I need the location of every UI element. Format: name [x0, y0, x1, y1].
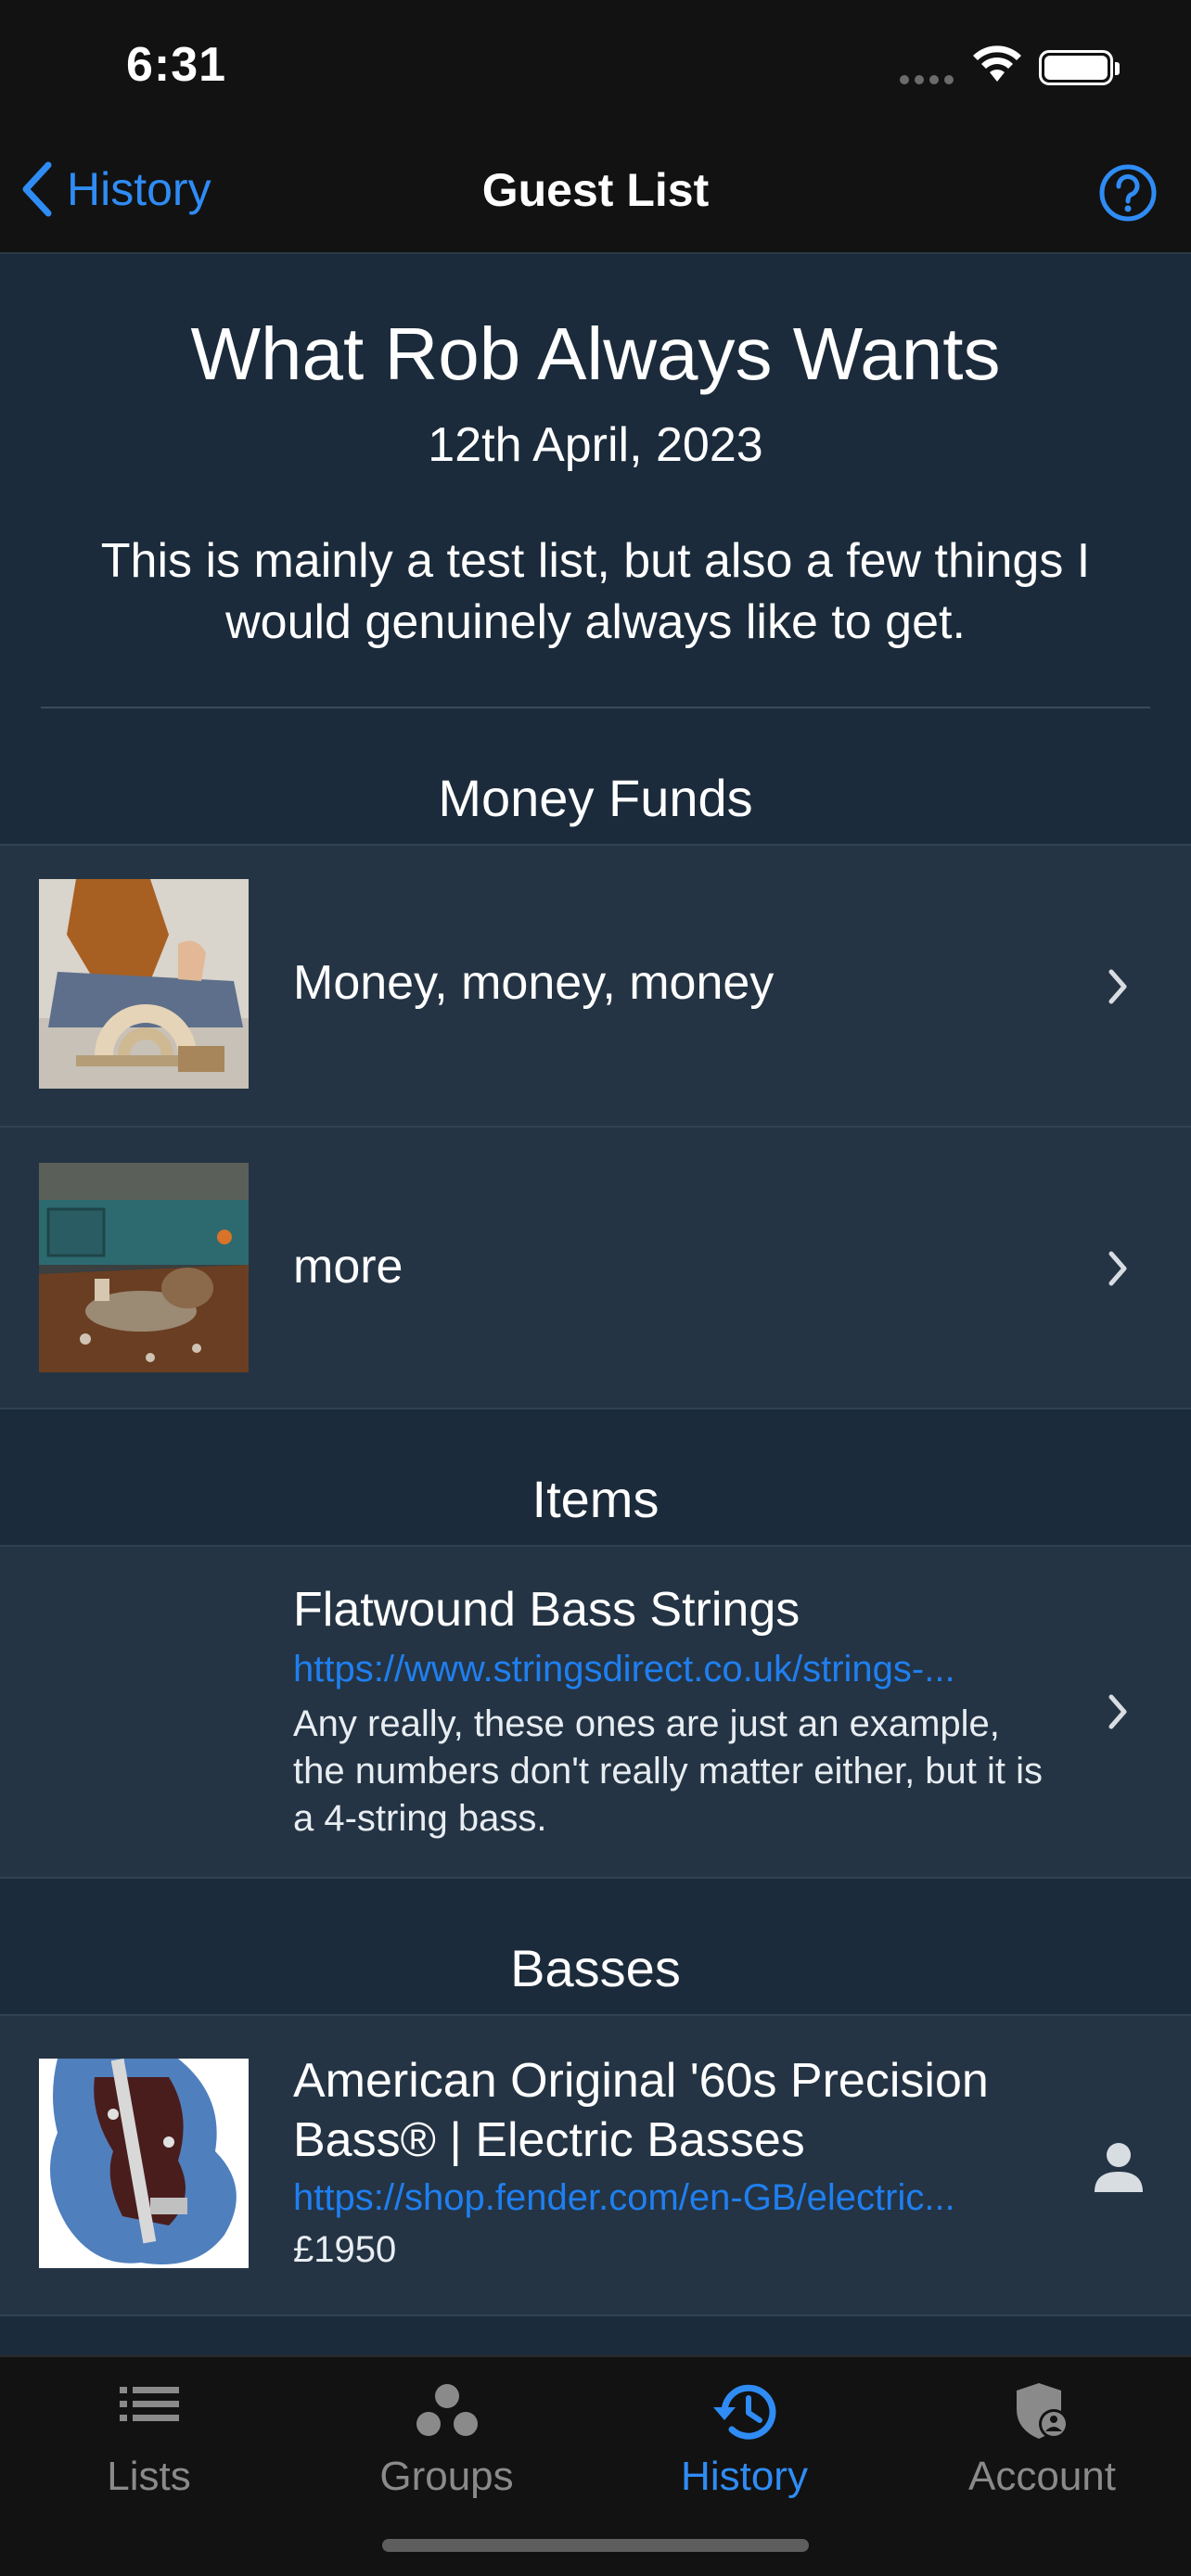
navigation-bar: History Guest List: [0, 130, 1191, 254]
chevron-right-icon: [1108, 1251, 1127, 1286]
list-description: This is mainly a test list, but also a f…: [100, 534, 1091, 649]
item-title: American Original '60s Precision Bass® |…: [293, 2054, 989, 2167]
section-header-items: Items: [531, 1470, 660, 1528]
fund-name: more: [293, 1240, 403, 1294]
section-header-money-funds: Money Funds: [438, 769, 753, 827]
item-price: £1950: [293, 2229, 397, 2270]
history-icon: [596, 2381, 893, 2445]
home-indicator: [382, 2539, 809, 2552]
shield-user-icon: [893, 2381, 1191, 2445]
list-icon: [0, 2381, 298, 2432]
chevron-right-icon: [1108, 1694, 1127, 1729]
question-circle-icon: [1099, 164, 1157, 222]
fund-image: [39, 879, 249, 1089]
signal-icon: [900, 72, 959, 89]
item-notes: Any really, these ones are just an examp…: [293, 1703, 1044, 1839]
tab-groups[interactable]: Groups: [298, 2357, 596, 2524]
list-item[interactable]: more: [0, 1126, 1191, 1409]
status-time: 6:31: [126, 38, 227, 92]
status-bar: 6:31: [0, 0, 1191, 130]
tab-label: Lists: [107, 2454, 191, 2499]
tab-label: Groups: [379, 2454, 514, 2499]
tab-label: Account: [968, 2454, 1116, 2499]
page-title: Guest List: [481, 164, 710, 216]
groups-icon: [298, 2381, 596, 2445]
item-title: Flatwound Bass Strings: [293, 1583, 800, 1637]
list-item[interactable]: American Original '60s Precision Bass® |…: [0, 2014, 1191, 2316]
wifi-icon: [972, 45, 1022, 88]
battery-icon: [1039, 50, 1120, 85]
tab-account[interactable]: Account: [893, 2357, 1191, 2524]
tab-history[interactable]: History: [596, 2357, 893, 2524]
item-image: [39, 2059, 249, 2268]
chevron-right-icon: [1108, 969, 1127, 1004]
tab-label: History: [681, 2454, 808, 2499]
list-title: What Rob Always Wants: [190, 312, 1001, 395]
list-item[interactable]: Money, money, money: [0, 844, 1191, 1128]
divider: [41, 707, 1150, 708]
item-link[interactable]: https://shop.fender.com/en-GB/electric..…: [293, 2177, 1035, 2219]
person-icon: [1095, 2143, 1143, 2192]
list-item[interactable]: Flatwound Bass Strings https://www.strin…: [0, 1545, 1191, 1879]
fund-name: Money, money, money: [293, 956, 775, 1010]
item-link[interactable]: https://www.stringsdirect.co.uk/strings-…: [293, 1649, 1035, 1690]
help-button[interactable]: [1098, 163, 1158, 227]
tab-lists[interactable]: Lists: [0, 2357, 298, 2524]
section-header-basses: Basses: [510, 1939, 681, 1997]
list-date: 12th April, 2023: [428, 418, 763, 472]
fund-image: [39, 1163, 249, 1372]
